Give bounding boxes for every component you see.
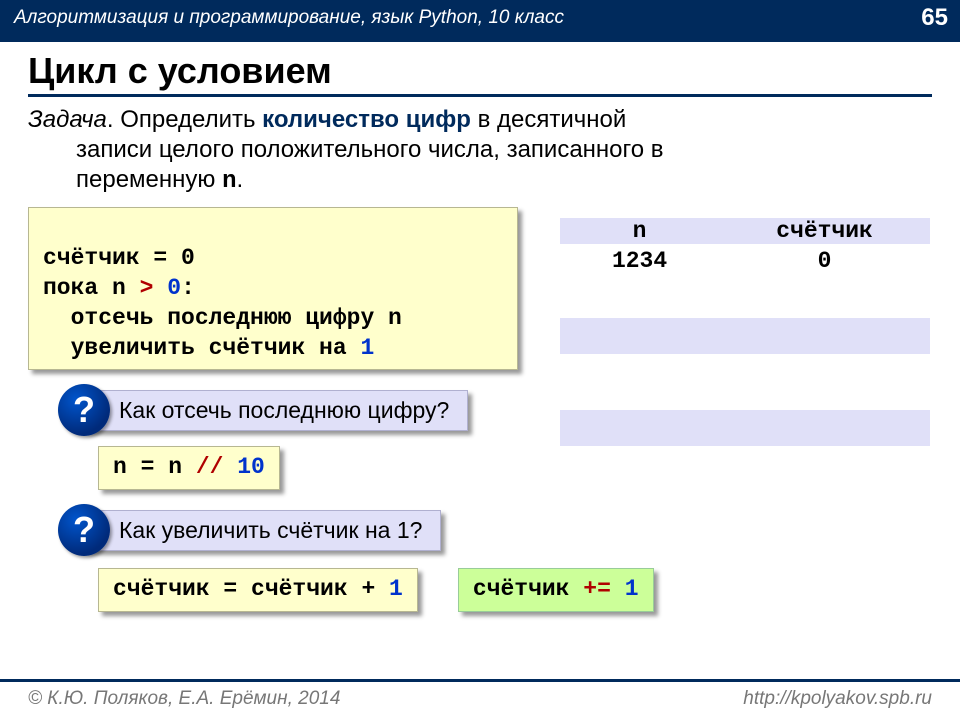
question-box-1: Как отсечь последнюю цифру? [84,390,468,431]
code-cut-digit: n = n // 10 [98,446,280,490]
pseudocode-box: счётчик = 0 пока n > 0: отсечь последнюю… [28,207,518,370]
th-counter: счётчик [719,218,930,244]
course-title: Алгоритмизация и программирование, язык … [14,7,564,29]
page-title: Цикл с условием [0,42,960,94]
task-bold: количество цифр [262,106,471,133]
footer-bar: © К.Ю. Поляков, Е.А. Ерёмин, 2014 http:/… [0,679,960,720]
title-divider [28,94,932,97]
copyright: © К.Ю. Поляков, Е.А. Ерёмин, 2014 [28,688,340,710]
footer-url: http://kpolyakov.spb.ru [743,688,932,710]
table-blank-row [560,410,930,446]
code-increment-short: счётчик += 1 [458,568,654,612]
table-blank-row [560,318,930,354]
var-n: n [222,168,236,195]
trace-table: n счётчик 1234 0 [560,218,930,446]
header-bar: Алгоритмизация и программирование, язык … [0,0,960,42]
th-n: n [560,218,719,244]
task-label: Задача [28,106,107,133]
question-icon: ? [58,504,110,556]
question-box-2: Как увеличить счётчик на 1? [84,510,441,551]
table-row: 1234 0 [560,244,930,274]
page-number: 65 [921,4,948,32]
task-text: Задача. Определить количество цифр в дес… [0,103,960,207]
code-increment-long: счётчик = счётчик + 1 [98,568,418,612]
